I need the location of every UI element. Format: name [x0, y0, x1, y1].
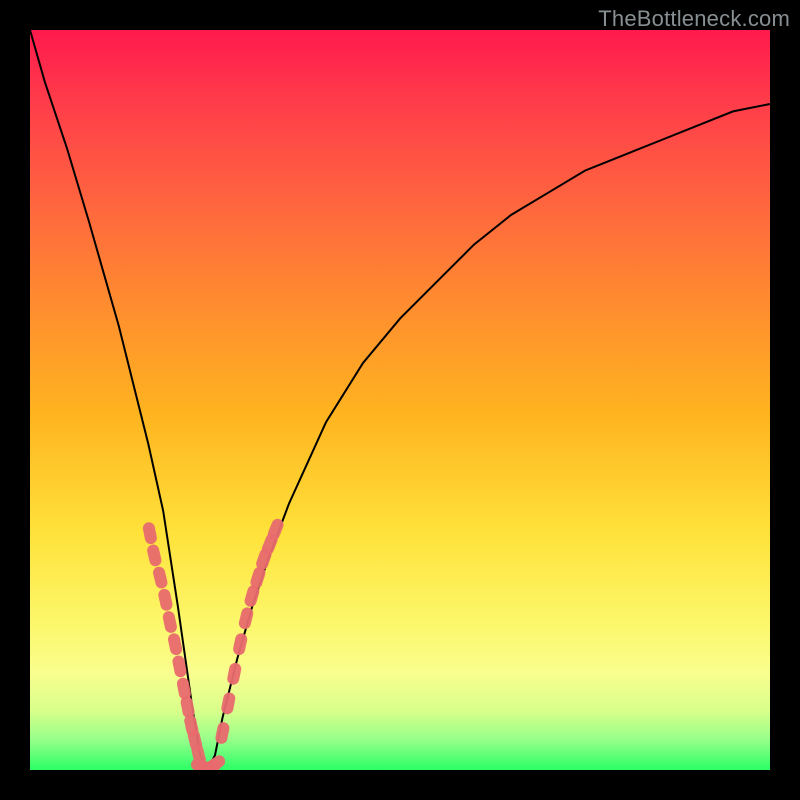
data-marker	[167, 632, 183, 656]
data-marker	[238, 606, 255, 630]
data-marker	[146, 543, 163, 567]
chart-frame: TheBottleneck.com	[0, 0, 800, 800]
chart-svg	[30, 30, 770, 770]
data-marker	[220, 691, 236, 715]
markers-group	[142, 517, 285, 770]
chart-plot-area	[30, 30, 770, 770]
data-marker	[232, 632, 248, 656]
curve-group	[30, 30, 770, 770]
watermark-text: TheBottleneck.com	[598, 6, 790, 32]
data-marker	[152, 565, 169, 589]
data-marker	[226, 662, 242, 686]
data-marker	[214, 721, 230, 745]
bottleneck-curve	[30, 30, 770, 770]
data-marker	[157, 588, 173, 612]
data-marker	[142, 521, 158, 545]
data-marker	[162, 610, 178, 634]
